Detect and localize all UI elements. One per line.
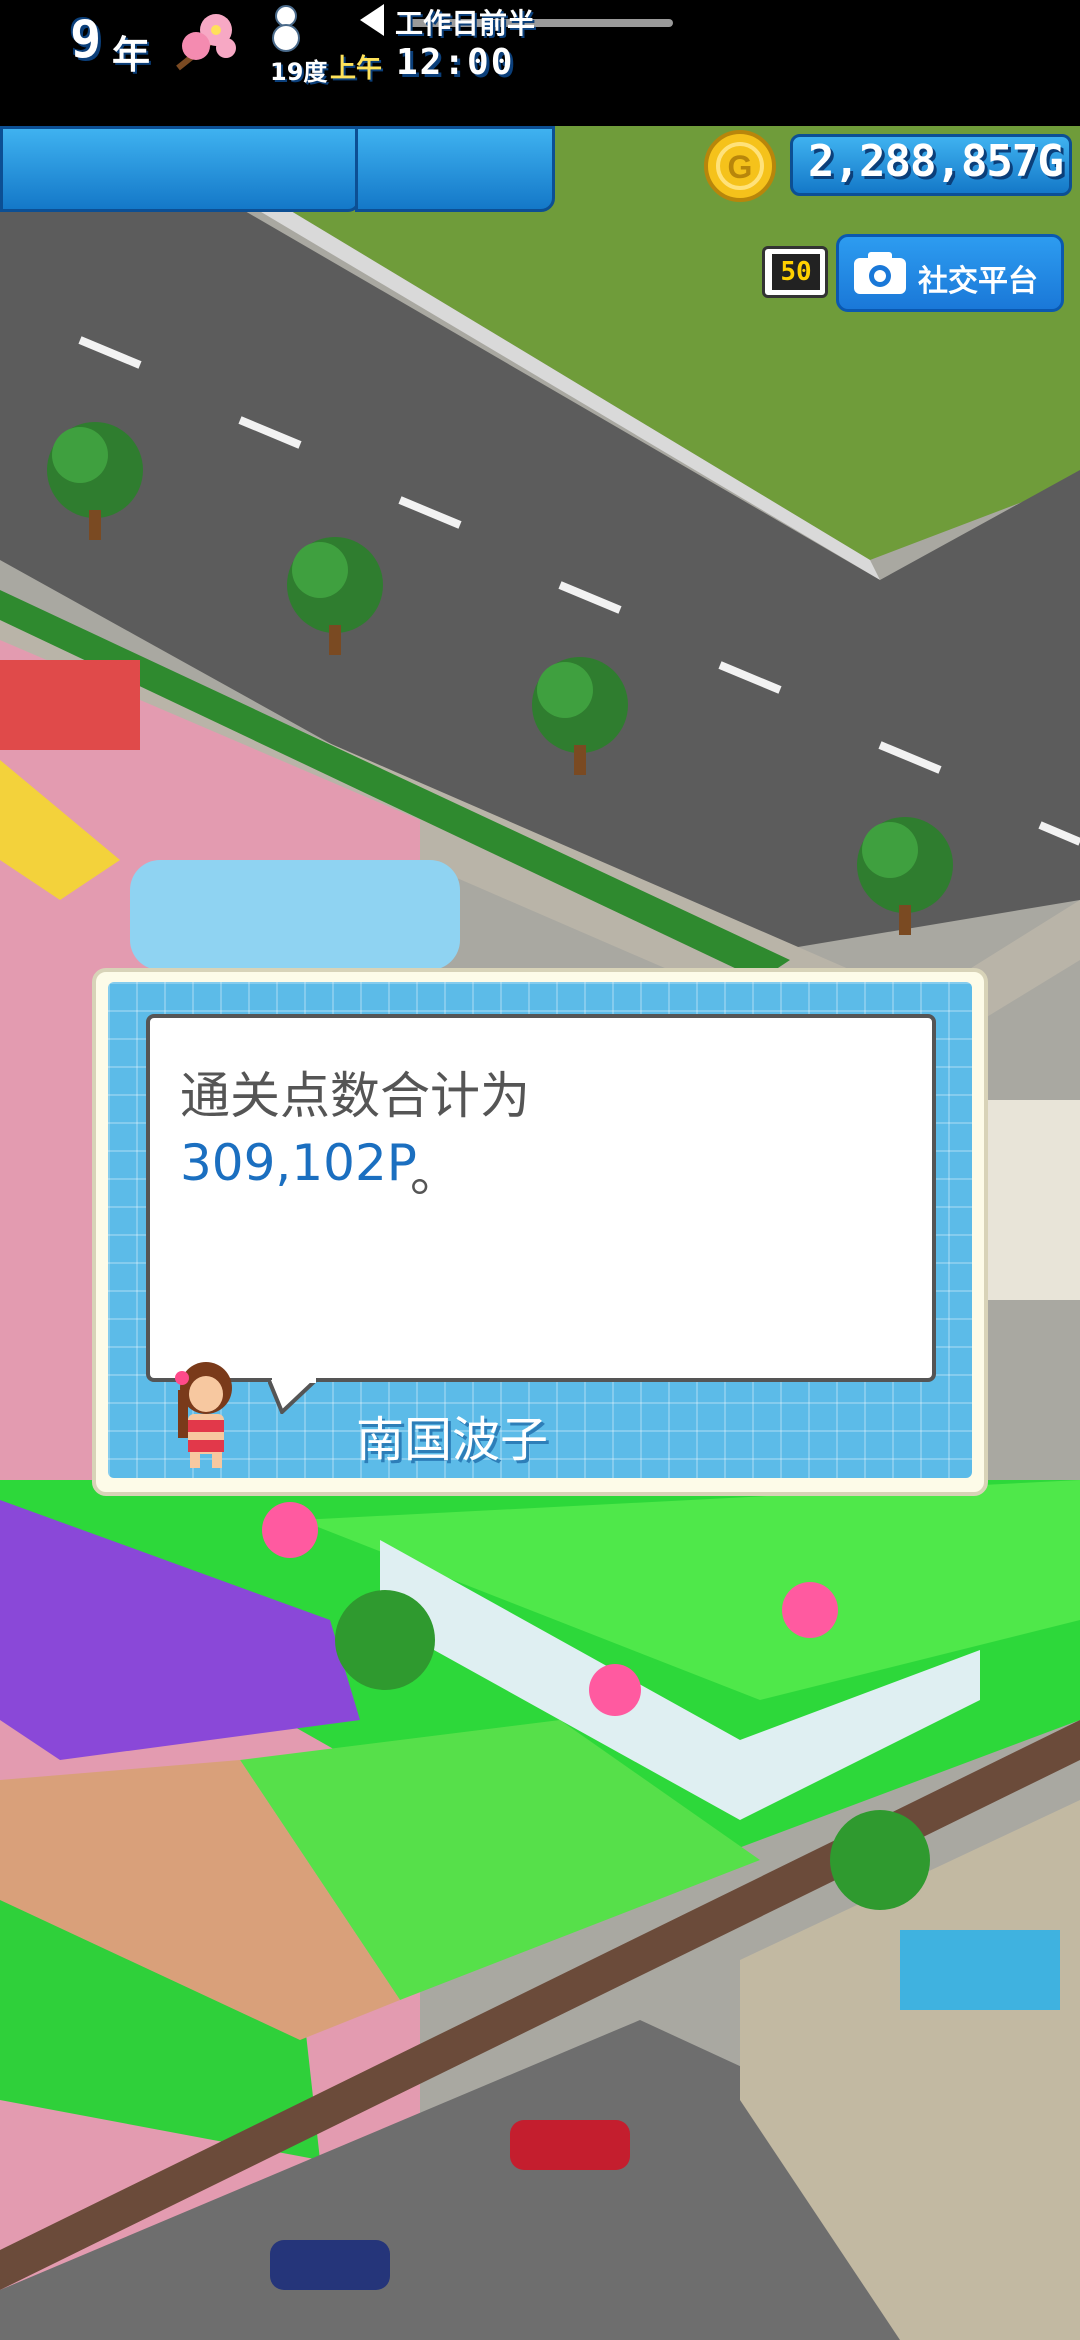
date-time-hud bbox=[0, 126, 558, 212]
flower bbox=[262, 1502, 318, 1558]
temperature: 19度 bbox=[270, 58, 328, 86]
character-portrait-icon bbox=[175, 1362, 232, 1468]
snowman-icon bbox=[272, 5, 300, 52]
day-period: 工作日前半 bbox=[395, 7, 536, 40]
clock-time: 12:00 bbox=[396, 42, 515, 83]
social-button-label[interactable]: 社交平台 bbox=[918, 256, 1038, 300]
level-badge-text: 50 bbox=[772, 254, 820, 290]
year-unit: 年 bbox=[112, 33, 151, 77]
message-punctuation: 。 bbox=[410, 1145, 460, 1203]
speaker-name: 南国波子 bbox=[356, 1412, 549, 1468]
clear-points-value: 309,102P bbox=[180, 1134, 417, 1192]
message-text: 通关点数合计为 bbox=[180, 1067, 530, 1125]
red-stall bbox=[0, 660, 140, 750]
svg-text:G: G bbox=[728, 149, 753, 185]
red-car bbox=[510, 2120, 630, 2170]
speech-bubble-tail bbox=[268, 1378, 318, 1414]
camera-icon[interactable] bbox=[852, 250, 908, 296]
year-panel bbox=[0, 126, 360, 212]
gold-coin-icon: G bbox=[704, 130, 776, 202]
system-status-bar bbox=[0, 0, 1080, 126]
year-number: 9 bbox=[70, 10, 102, 70]
money-amount: 2,288,857G bbox=[808, 136, 1064, 187]
cherry-blossom-icon bbox=[176, 14, 236, 71]
blue-car bbox=[270, 2240, 390, 2290]
time-panel bbox=[355, 126, 555, 212]
am-pm: 上午 bbox=[330, 54, 383, 84]
small-pool bbox=[900, 1930, 1060, 2010]
pool-top bbox=[130, 860, 460, 970]
